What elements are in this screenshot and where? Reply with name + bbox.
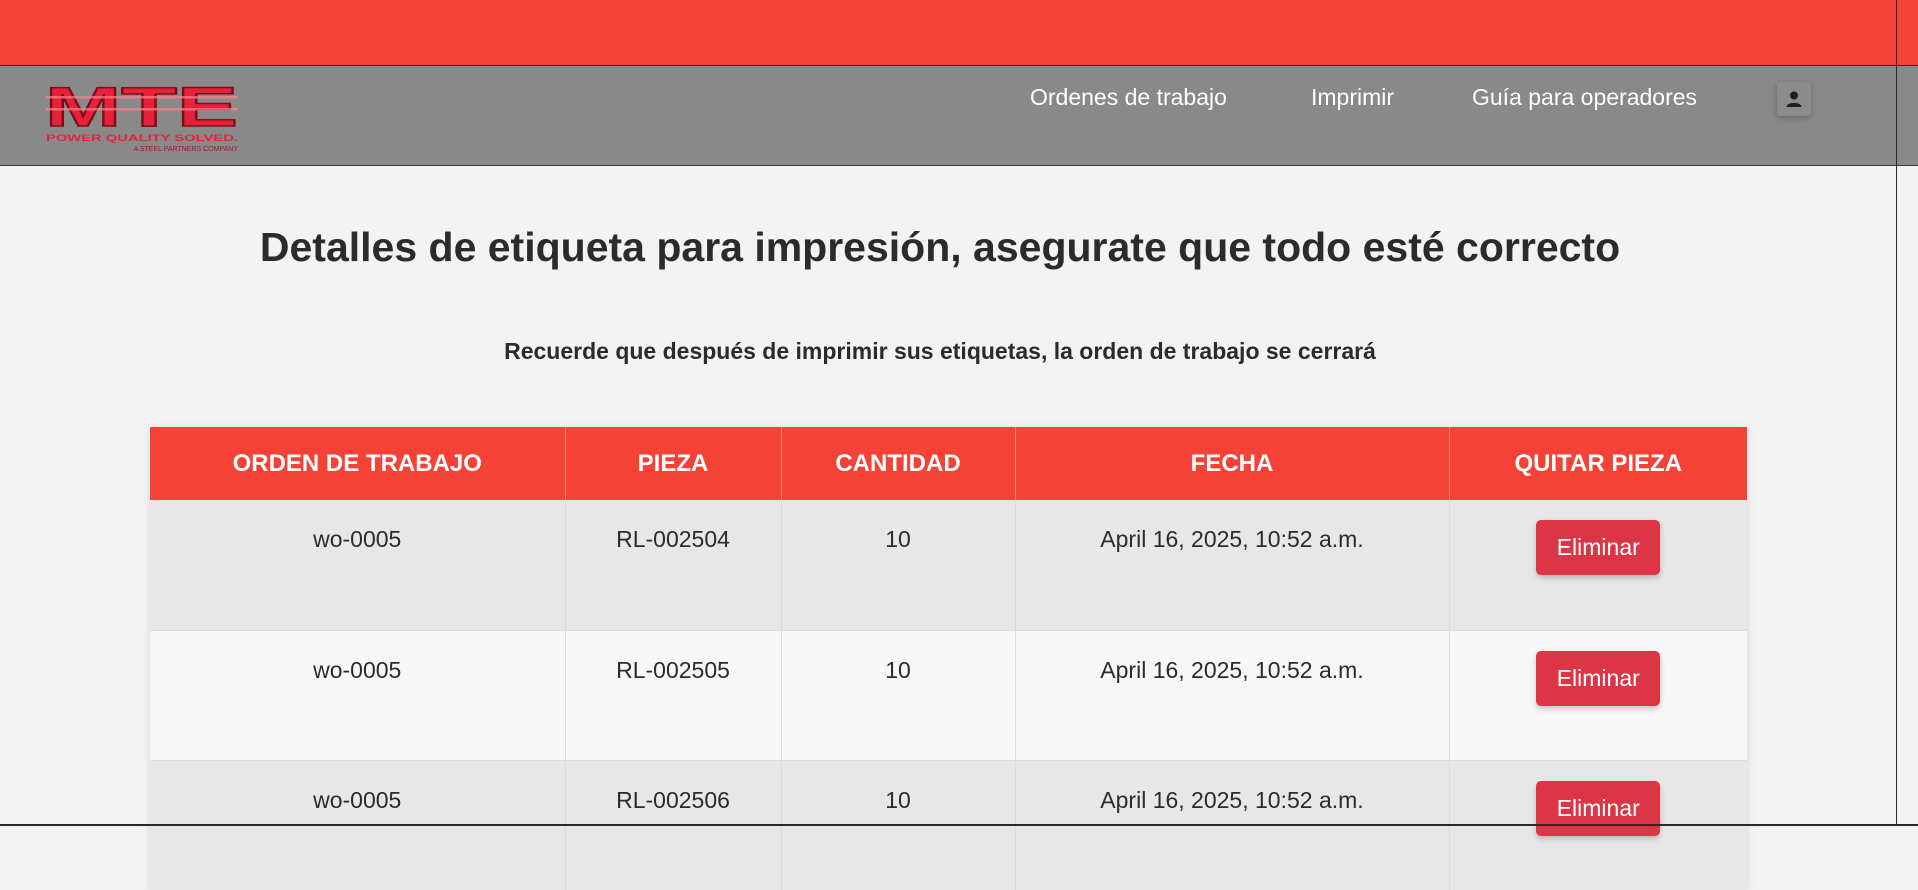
cell-fecha: April 16, 2025, 10:52 a.m. [1015,500,1450,630]
cell-cantidad: 10 [781,500,1016,630]
cell-pieza: RL-002505 [565,629,782,760]
logo-company: A STEEL PARTNERS COMPANY [134,146,239,153]
nav-guia-operadores[interactable]: Guía para operadores [1472,84,1697,111]
header-quitar-pieza: QUITAR PIEZA [1449,427,1747,500]
cell-accion: Eliminar [1449,629,1747,760]
cell-fecha: April 16, 2025, 10:52 a.m. [1015,629,1450,760]
table-header-row: ORDEN DE TRABAJO PIEZA CANTIDAD FECHA QU… [150,427,1747,500]
page-subtitle: Recuerde que después de imprimir sus eti… [504,338,1376,364]
header-fecha: FECHA [1015,427,1450,500]
cell-orden: wo-0005 [150,629,566,760]
page-title: Detalles de etiqueta para impresión, ase… [259,224,1621,270]
window-edge-divider [1896,0,1897,826]
user-menu-button[interactable] [1777,82,1811,116]
logo-tagline: POWER QUALITY SOLVED. [46,133,238,143]
top-accent-bar [0,0,1918,66]
eliminar-button[interactable]: Eliminar [1536,520,1661,575]
nav-imprimir[interactable]: Imprimir [1311,84,1394,111]
header-orden-de-trabajo: ORDEN DE TRABAJO [150,427,566,500]
header-pieza: PIEZA [565,427,782,500]
table-row: wo-0005 RL-002504 10 April 16, 2025, 10:… [150,500,1747,630]
navbar [0,66,1918,166]
cell-orden: wo-0005 [150,500,566,630]
eliminar-button[interactable]: Eliminar [1536,780,1661,836]
mte-logo[interactable]: MTE POWER QUALITY SOLVED. A STEEL PARTNE… [44,82,240,154]
labels-table: ORDEN DE TRABAJO PIEZA CANTIDAD FECHA QU… [150,427,1747,890]
eliminar-button[interactable]: Eliminar [1536,650,1661,706]
cell-cantidad: 10 [781,629,1016,760]
user-icon [1786,91,1802,107]
header-cantidad: CANTIDAD [781,427,1016,500]
table-row: wo-0005 RL-002505 10 April 16, 2025, 10:… [150,629,1747,760]
nav-ordenes-de-trabajo[interactable]: Ordenes de trabajo [1030,84,1227,111]
cell-accion: Eliminar [1449,500,1747,630]
cell-pieza: RL-002504 [565,500,782,630]
